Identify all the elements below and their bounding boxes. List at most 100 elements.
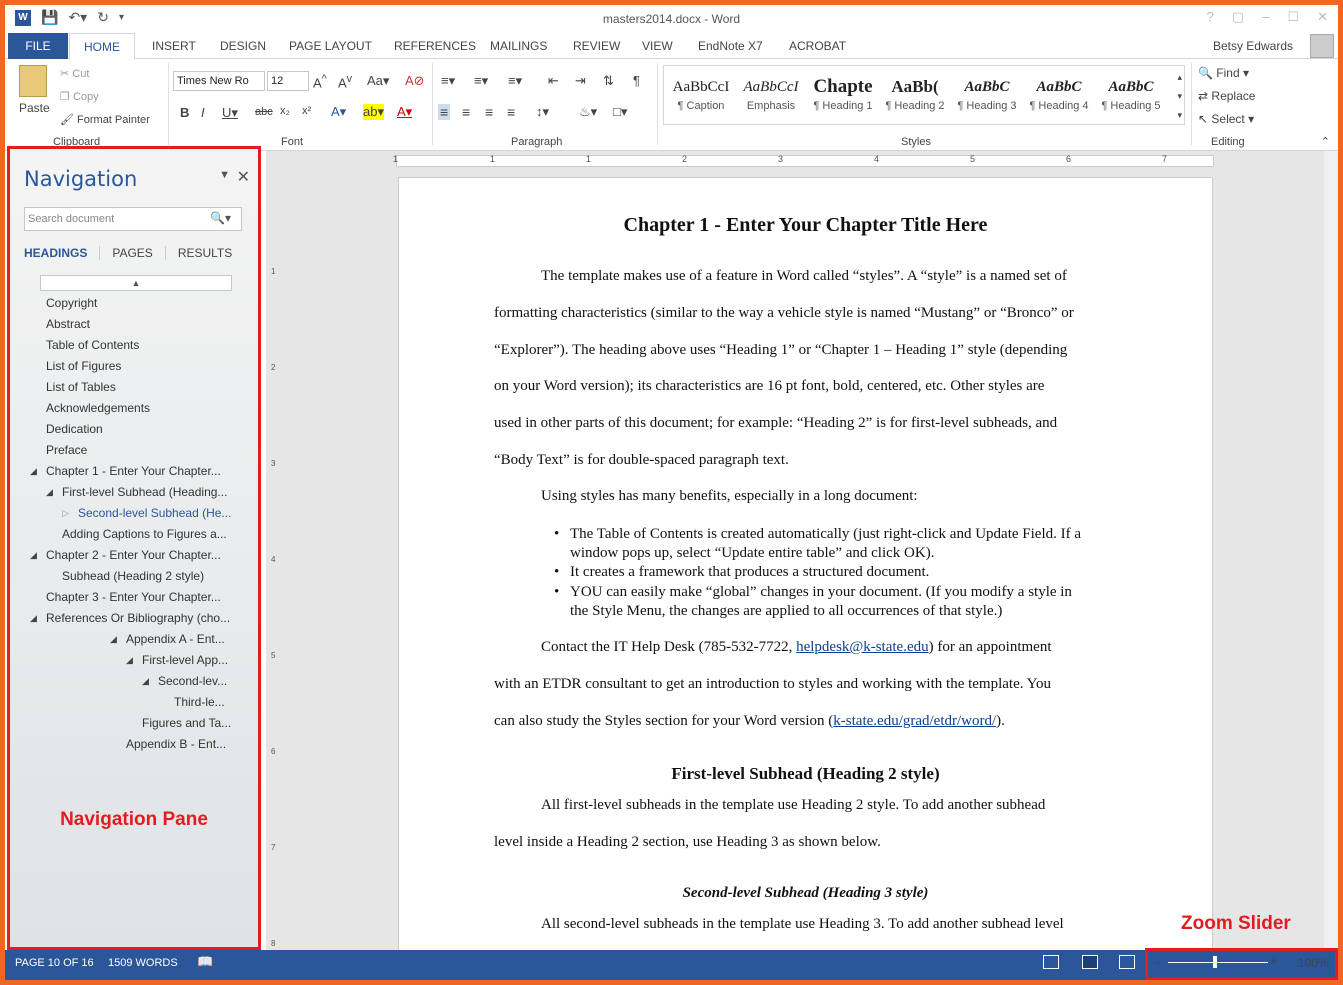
zoom-thumb[interactable]: [1213, 956, 1217, 968]
list-item[interactable]: Chapter 2 - Enter Your Chapter...: [46, 548, 221, 568]
shading-icon[interactable]: ♨▾: [579, 104, 597, 120]
borders-icon[interactable]: □▾: [613, 104, 627, 120]
search-icon[interactable]: 🔍▾: [210, 211, 238, 225]
horizontal-ruler[interactable]: 1 1 1 2 3 4 5 6 7: [266, 151, 1338, 171]
align-left-icon[interactable]: ≡: [438, 104, 451, 120]
tab-file[interactable]: FILE: [8, 33, 68, 59]
underline-icon[interactable]: U▾: [222, 105, 238, 121]
tab-endnote[interactable]: EndNote X7: [698, 39, 763, 53]
list-item[interactable]: Figures and Ta...: [142, 716, 231, 736]
bold-icon[interactable]: B: [180, 105, 189, 120]
zoom-level[interactable]: 100%: [1298, 956, 1329, 970]
close-window-icon[interactable]: ✕: [1317, 9, 1328, 25]
list-item[interactable]: References Or Bibliography (cho...: [46, 611, 230, 631]
tab-view[interactable]: VIEW: [642, 39, 673, 53]
avatar[interactable]: [1310, 34, 1334, 58]
user-name[interactable]: Betsy Edwards: [1213, 39, 1293, 53]
list-item[interactable]: Chapter 1 - Enter Your Chapter...: [46, 464, 221, 484]
multilevel-list-icon[interactable]: ≡▾: [508, 73, 522, 89]
collapsed-caret-icon[interactable]: ▷: [62, 508, 69, 519]
read-mode-icon[interactable]: [1043, 955, 1059, 969]
text-effects-icon[interactable]: A▾: [331, 104, 346, 120]
style-heading-2[interactable]: AaBb( ¶ Heading 2: [880, 74, 950, 122]
print-layout-icon[interactable]: [1082, 955, 1098, 969]
copy-button[interactable]: ❐ Copy: [60, 90, 99, 103]
styles-scroll-icon[interactable]: ▴ ▾ ▾: [1177, 68, 1182, 125]
tab-pages[interactable]: PAGES: [112, 246, 166, 260]
expand-caret-icon[interactable]: ◢: [142, 676, 149, 687]
tab-home[interactable]: HOME: [69, 33, 135, 60]
style-heading-4[interactable]: AaBbC ¶ Heading 4: [1024, 74, 1094, 122]
change-case-icon[interactable]: Aa▾: [367, 73, 389, 89]
style-caption[interactable]: AaBbCcI ¶ Caption: [666, 74, 736, 122]
align-right-icon[interactable]: ≡: [485, 104, 493, 120]
page-count[interactable]: PAGE 10 OF 16: [15, 957, 94, 969]
zoom-track[interactable]: [1168, 962, 1268, 963]
expand-caret-icon[interactable]: ◢: [30, 613, 37, 624]
pane-options-icon[interactable]: ▼: [219, 169, 230, 181]
list-item[interactable]: Chapter 3 - Enter Your Chapter...: [46, 590, 221, 610]
expand-caret-icon[interactable]: ◢: [30, 550, 37, 561]
vertical-ruler[interactable]: 1 2 3 4 5 6 7 8: [268, 171, 282, 951]
list-item[interactable]: Copyright: [46, 296, 97, 316]
zoom-slider[interactable]: – + 100%: [1145, 948, 1338, 980]
collapse-ribbon-icon[interactable]: ⌃: [1321, 135, 1330, 148]
style-emphasis[interactable]: AaBbCcI Emphasis: [736, 74, 806, 122]
font-name-combo[interactable]: Times New Ro: [173, 71, 265, 91]
align-center-icon[interactable]: ≡: [462, 104, 470, 120]
cut-button[interactable]: ✂ Cut: [60, 67, 89, 80]
increase-indent-icon[interactable]: ⇥: [575, 73, 586, 89]
tab-headings[interactable]: HEADINGS: [24, 246, 101, 260]
font-color-icon[interactable]: A▾: [397, 104, 412, 120]
word-count[interactable]: 1509 WORDS: [108, 957, 178, 969]
maximize-icon[interactable]: ☐: [1287, 9, 1299, 25]
numbering-icon[interactable]: ≡▾: [474, 73, 488, 89]
etdr-word-link[interactable]: k-state.edu/grad/etdr/word/: [833, 713, 996, 729]
list-item[interactable]: Third-le...: [174, 695, 225, 715]
list-item[interactable]: First-level Subhead (Heading...: [62, 485, 227, 505]
decrease-indent-icon[interactable]: ⇤: [548, 73, 559, 89]
document-page[interactable]: Chapter 1 - Enter Your Chapter Title Her…: [398, 177, 1213, 967]
expand-caret-icon[interactable]: ◢: [46, 487, 53, 498]
web-layout-icon[interactable]: [1119, 955, 1135, 969]
list-item[interactable]: Second-lev...: [158, 674, 227, 694]
select-button[interactable]: ↖ Select ▾: [1198, 112, 1254, 126]
list-item[interactable]: Subhead (Heading 2 style): [62, 569, 204, 589]
justify-icon[interactable]: ≡: [507, 104, 515, 120]
tab-review[interactable]: REVIEW: [573, 39, 620, 53]
tab-page-layout[interactable]: PAGE LAYOUT: [289, 39, 372, 53]
proofing-icon[interactable]: 📖: [197, 954, 213, 970]
superscript-icon[interactable]: x²: [302, 105, 311, 117]
tab-insert[interactable]: INSERT: [152, 39, 196, 53]
helpdesk-email-link[interactable]: helpdesk@k-state.edu: [796, 639, 929, 655]
tab-results[interactable]: RESULTS: [178, 246, 244, 260]
list-item[interactable]: List of Figures: [46, 359, 121, 379]
sort-icon[interactable]: ⇅: [603, 73, 614, 89]
list-item[interactable]: First-level App...: [142, 653, 228, 673]
expand-caret-icon[interactable]: ◢: [126, 655, 133, 666]
find-button[interactable]: 🔍 Find ▾: [1198, 66, 1249, 80]
style-heading-5[interactable]: AaBbC ¶ Heading 5: [1096, 74, 1166, 122]
close-icon[interactable]: ✕: [237, 167, 250, 187]
vertical-scrollbar[interactable]: [1324, 151, 1338, 951]
paste-icon[interactable]: [19, 65, 47, 97]
show-marks-icon[interactable]: ¶: [633, 73, 640, 88]
list-item[interactable]: Dedication: [46, 422, 103, 442]
tab-mailings[interactable]: MAILINGS: [490, 39, 547, 53]
highlight-icon[interactable]: ab▾: [363, 104, 384, 120]
list-item[interactable]: Abstract: [46, 317, 90, 337]
italic-icon[interactable]: I: [201, 105, 205, 120]
collapse-all-icon[interactable]: ▲: [40, 275, 232, 291]
list-item[interactable]: Table of Contents: [46, 338, 139, 358]
font-size-combo[interactable]: 12: [267, 71, 309, 91]
paste-button[interactable]: Paste: [19, 101, 50, 115]
bullets-icon[interactable]: ≡▾: [441, 73, 455, 89]
format-painter-button[interactable]: 🖌 Format Painter: [60, 113, 150, 126]
zoom-in-icon[interactable]: +: [1270, 954, 1277, 968]
list-item-selected[interactable]: Second-level Subhead (He...: [78, 506, 231, 526]
minimize-icon[interactable]: –: [1262, 9, 1269, 25]
ribbon-display-icon[interactable]: ▢: [1232, 9, 1244, 25]
grow-font-icon[interactable]: A^: [313, 73, 327, 90]
style-heading-3[interactable]: AaBbC ¶ Heading 3: [952, 74, 1022, 122]
tab-acrobat[interactable]: ACROBAT: [789, 39, 846, 53]
